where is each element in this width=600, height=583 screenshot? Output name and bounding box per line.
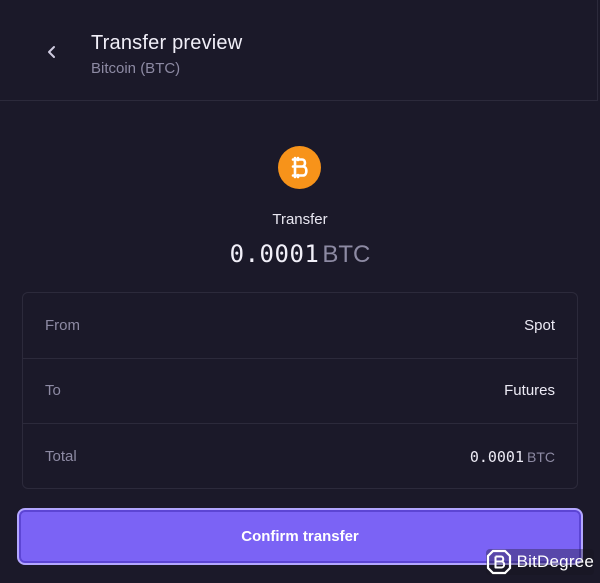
detail-value: 0.0001 BTC: [470, 448, 555, 466]
transfer-amount: 0.0001 BTC: [0, 240, 600, 269]
transfer-details: From Spot To Futures Total 0.0001 BTC: [22, 292, 578, 489]
header: Transfer preview Bitcoin (BTC): [0, 0, 598, 101]
back-button[interactable]: [38, 38, 66, 66]
detail-label: Total: [45, 448, 77, 465]
bitdegree-logo-icon: [486, 549, 511, 575]
bitcoin-icon: [278, 146, 321, 189]
transfer-label: Transfer: [272, 211, 328, 228]
detail-label: To: [45, 382, 61, 399]
detail-value: Spot: [524, 317, 555, 334]
detail-value: Futures: [504, 382, 555, 399]
transfer-preview-screen: Transfer preview Bitcoin (BTC) Transfer …: [0, 0, 600, 583]
transfer-amount-value: 0.0001: [229, 240, 320, 268]
detail-row-to: To Futures: [23, 358, 577, 424]
chevron-left-icon: [48, 46, 55, 58]
detail-row-total: Total 0.0001 BTC: [23, 424, 577, 489]
watermark-text: BitDegree: [516, 552, 594, 571]
total-amount: 0.0001: [469, 448, 524, 466]
page-title: Transfer preview: [91, 32, 243, 54]
page-subtitle: Bitcoin (BTC): [91, 60, 181, 77]
detail-row-from: From Spot: [23, 293, 577, 359]
total-unit: BTC: [527, 449, 555, 465]
bitdegree-watermark: BitDegree: [485, 549, 594, 575]
transfer-amount-unit: BTC: [322, 241, 371, 268]
detail-label: From: [45, 317, 80, 334]
